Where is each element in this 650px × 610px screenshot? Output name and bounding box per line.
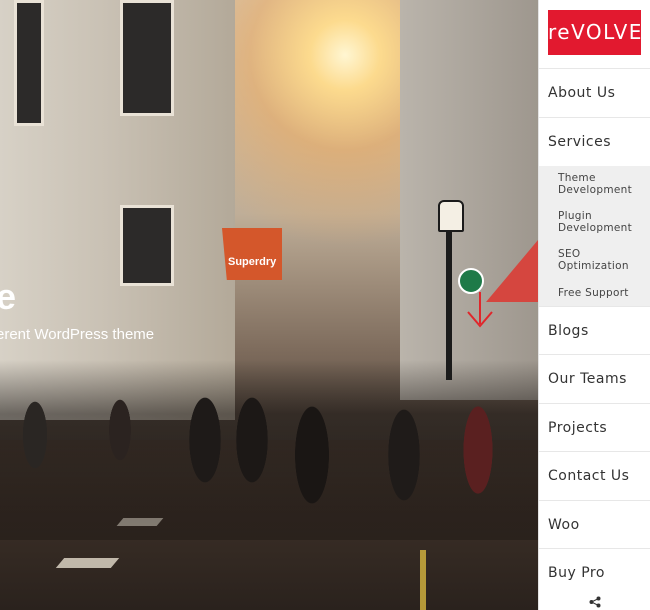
nav-item-woo[interactable]: Woo [539, 500, 650, 548]
submenu-item-theme-development[interactable]: Theme Development [558, 172, 632, 196]
nav-item-contact-us[interactable]: Contact Us [539, 451, 650, 499]
nav-item-projects[interactable]: Projects [539, 403, 650, 451]
site-logo[interactable]: reVOLVE [548, 10, 641, 55]
share-icon[interactable] [589, 596, 601, 608]
nav-item-services[interactable]: Services [539, 117, 650, 165]
submenu-item-plugin-development[interactable]: Plugin Development [558, 210, 632, 234]
nav-item-about-us[interactable]: About Us [539, 68, 650, 116]
nav-item-our-teams[interactable]: Our Teams [539, 354, 650, 402]
crowd [0, 360, 538, 540]
services-submenu: Theme Development Plugin Development SEO… [539, 166, 650, 306]
nav-item-buy-pro[interactable]: Buy Pro [539, 548, 650, 590]
submenu-item-free-support[interactable]: Free Support [558, 287, 629, 299]
superdry-flag: Superdry [222, 228, 282, 280]
hero-banner: Superdry e erent WordPress theme [0, 0, 538, 610]
nav-item-blogs[interactable]: Blogs [539, 306, 650, 354]
sidebar-menu: reVOLVE About Us Services Theme Developm… [538, 0, 650, 610]
building-right [400, 0, 538, 400]
building-left [0, 0, 235, 420]
street-lamp [438, 200, 464, 232]
submenu-item-seo-optimization[interactable]: SEO Optimization [558, 248, 629, 272]
logo-text: reVOLVE [548, 20, 643, 44]
hero-subtitle: erent WordPress theme [0, 326, 155, 343]
hero-title: e [0, 276, 18, 317]
red-arrow-icon [467, 292, 493, 328]
